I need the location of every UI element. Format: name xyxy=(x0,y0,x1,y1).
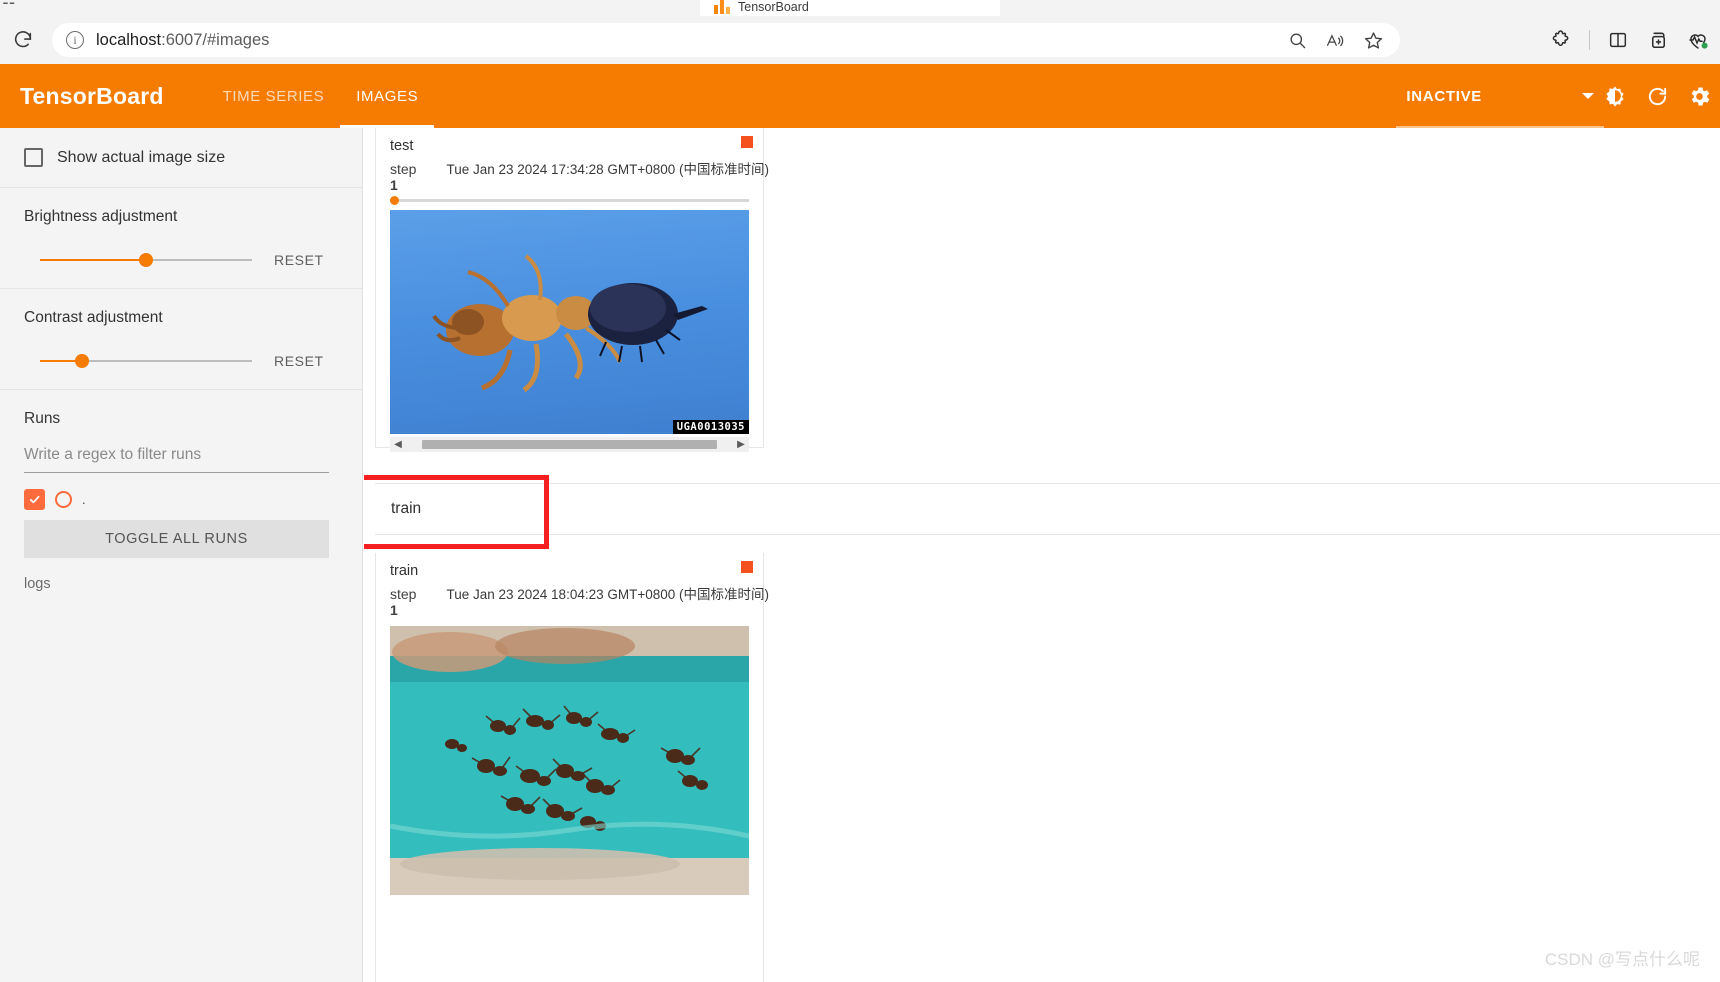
card-tag-label: test xyxy=(390,138,414,154)
scroll-right-arrow-icon[interactable]: ▶ xyxy=(733,439,749,450)
header-actions: INACTIVE xyxy=(1396,64,1720,128)
show-actual-size-section: Show actual image size xyxy=(0,128,362,188)
contrast-slider[interactable] xyxy=(40,354,252,368)
browser-tab-title: TensorBoard xyxy=(738,0,809,14)
main-content: test step 1 Tue Jan 23 2024 17:34:28 GMT… xyxy=(364,128,1720,982)
pin-card-button[interactable] xyxy=(741,561,753,573)
scroll-left-arrow-icon[interactable]: ◀ xyxy=(390,439,406,450)
gear-icon[interactable] xyxy=(1678,64,1720,128)
card-timestamp: Tue Jan 23 2024 18:04:23 GMT+0800 (中国标准时… xyxy=(446,587,769,602)
show-actual-image-size-checkbox[interactable] xyxy=(24,148,43,167)
card-image-test[interactable]: UGA0013035 xyxy=(390,210,749,434)
step-value: 1 xyxy=(390,177,398,193)
tab-overflow-icon: ☷ xyxy=(2,0,15,8)
step-slider[interactable] xyxy=(390,196,749,205)
split-screen-icon[interactable] xyxy=(1600,23,1636,57)
card-timestamp: Tue Jan 23 2024 17:34:28 GMT+0800 (中国标准时… xyxy=(446,162,769,177)
runs-heading: Runs xyxy=(24,410,61,427)
contrast-section: Contrast adjustment RESET xyxy=(0,289,362,390)
runs-filter-input[interactable] xyxy=(24,444,329,473)
page-watermark: CSDN @写点什么呢 xyxy=(1544,950,1700,969)
run-name-label: . xyxy=(82,492,86,507)
run-checkbox[interactable] xyxy=(24,489,45,510)
scrollbar-thumb[interactable] xyxy=(422,440,717,449)
status-badge: INACTIVE xyxy=(1406,87,1482,105)
card-tag-label: train xyxy=(390,563,419,579)
card-step-meta: step 1 Tue Jan 23 2024 17:34:28 GMT+0800… xyxy=(390,158,769,193)
contrast-slider-row: RESET xyxy=(24,353,338,369)
zoom-out-icon[interactable] xyxy=(1282,25,1312,55)
add-to-collections-icon[interactable] xyxy=(1640,23,1676,57)
browser-tab-strip: ☷ TensorBoard xyxy=(0,0,1720,16)
image-horizontal-scrollbar[interactable]: ◀ ▶ xyxy=(390,437,749,452)
run-status-selector[interactable]: INACTIVE xyxy=(1396,64,1604,128)
card-step-meta: step 1 Tue Jan 23 2024 18:04:23 GMT+0800… xyxy=(390,583,769,618)
tensorboard-logo[interactable]: TensorBoard xyxy=(20,83,164,110)
brightness-reset-button[interactable]: RESET xyxy=(274,252,324,268)
tensorboard-nav-tabs: TIME SERIES IMAGES xyxy=(207,64,435,128)
read-aloud-icon[interactable] xyxy=(1320,25,1350,55)
image-card-train[interactable]: train step 1 Tue Jan 23 2024 18:04:23 GM… xyxy=(375,553,769,982)
tensorboard-header: TensorBoard TIME SERIES IMAGES INACTIVE xyxy=(0,64,1720,128)
favorite-star-icon[interactable] xyxy=(1358,25,1388,55)
tab-time-series[interactable]: TIME SERIES xyxy=(207,64,341,128)
logs-label: logs xyxy=(24,576,51,592)
step-word: step xyxy=(390,586,417,602)
brightness-slider-row: RESET xyxy=(24,252,338,268)
toolbar-divider xyxy=(1589,30,1590,50)
step-value: 1 xyxy=(390,602,398,618)
browser-toolbar: i localhost:6007/#images xyxy=(0,16,1720,64)
step-word: step xyxy=(390,161,417,177)
run-list-item[interactable]: . xyxy=(24,489,338,510)
tensorboard-favicon-icon xyxy=(714,0,730,14)
address-bar[interactable]: i localhost:6007/#images xyxy=(52,23,1400,57)
run-color-indicator-icon xyxy=(55,491,72,508)
brightness-label: Brightness adjustment xyxy=(24,208,178,225)
extensions-puzzle-icon[interactable] xyxy=(1543,23,1579,57)
brightness-slider[interactable] xyxy=(40,253,252,267)
toggle-all-runs-button[interactable]: TOGGLE ALL RUNS xyxy=(24,520,329,558)
brightness-icon[interactable] xyxy=(1594,64,1636,128)
card-image-train[interactable] xyxy=(390,626,749,895)
brightness-section: Brightness adjustment RESET xyxy=(0,188,362,289)
section-header-label: train xyxy=(391,500,422,517)
browser-toolbar-actions xyxy=(1543,23,1720,57)
contrast-label: Contrast adjustment xyxy=(24,309,163,326)
image-watermark: UGA0013035 xyxy=(672,420,749,434)
chevron-down-icon[interactable] xyxy=(1582,93,1594,99)
reload-icon[interactable] xyxy=(6,23,40,57)
browser-tab[interactable]: TensorBoard xyxy=(700,0,1000,16)
runs-section: Runs . TOGGLE ALL RUNS logs xyxy=(0,390,362,612)
pin-card-button[interactable] xyxy=(741,136,753,148)
site-info-icon[interactable]: i xyxy=(66,31,84,49)
card-step-label: step 1 xyxy=(390,161,416,193)
tab-images[interactable]: IMAGES xyxy=(340,64,435,128)
contrast-reset-button[interactable]: RESET xyxy=(274,353,324,369)
show-actual-image-size-row[interactable]: Show actual image size xyxy=(24,148,338,167)
card-step-label: step 1 xyxy=(390,586,416,618)
url-text: localhost:6007/#images xyxy=(96,30,270,49)
image-card-test[interactable]: test step 1 Tue Jan 23 2024 17:34:28 GMT… xyxy=(375,128,769,452)
section-header-train[interactable]: train xyxy=(375,483,1720,535)
browser-essentials-icon[interactable] xyxy=(1680,23,1716,57)
left-sidebar: Show actual image size Brightness adjust… xyxy=(0,128,363,982)
show-actual-image-size-label: Show actual image size xyxy=(57,148,226,166)
refresh-icon[interactable] xyxy=(1636,64,1678,128)
